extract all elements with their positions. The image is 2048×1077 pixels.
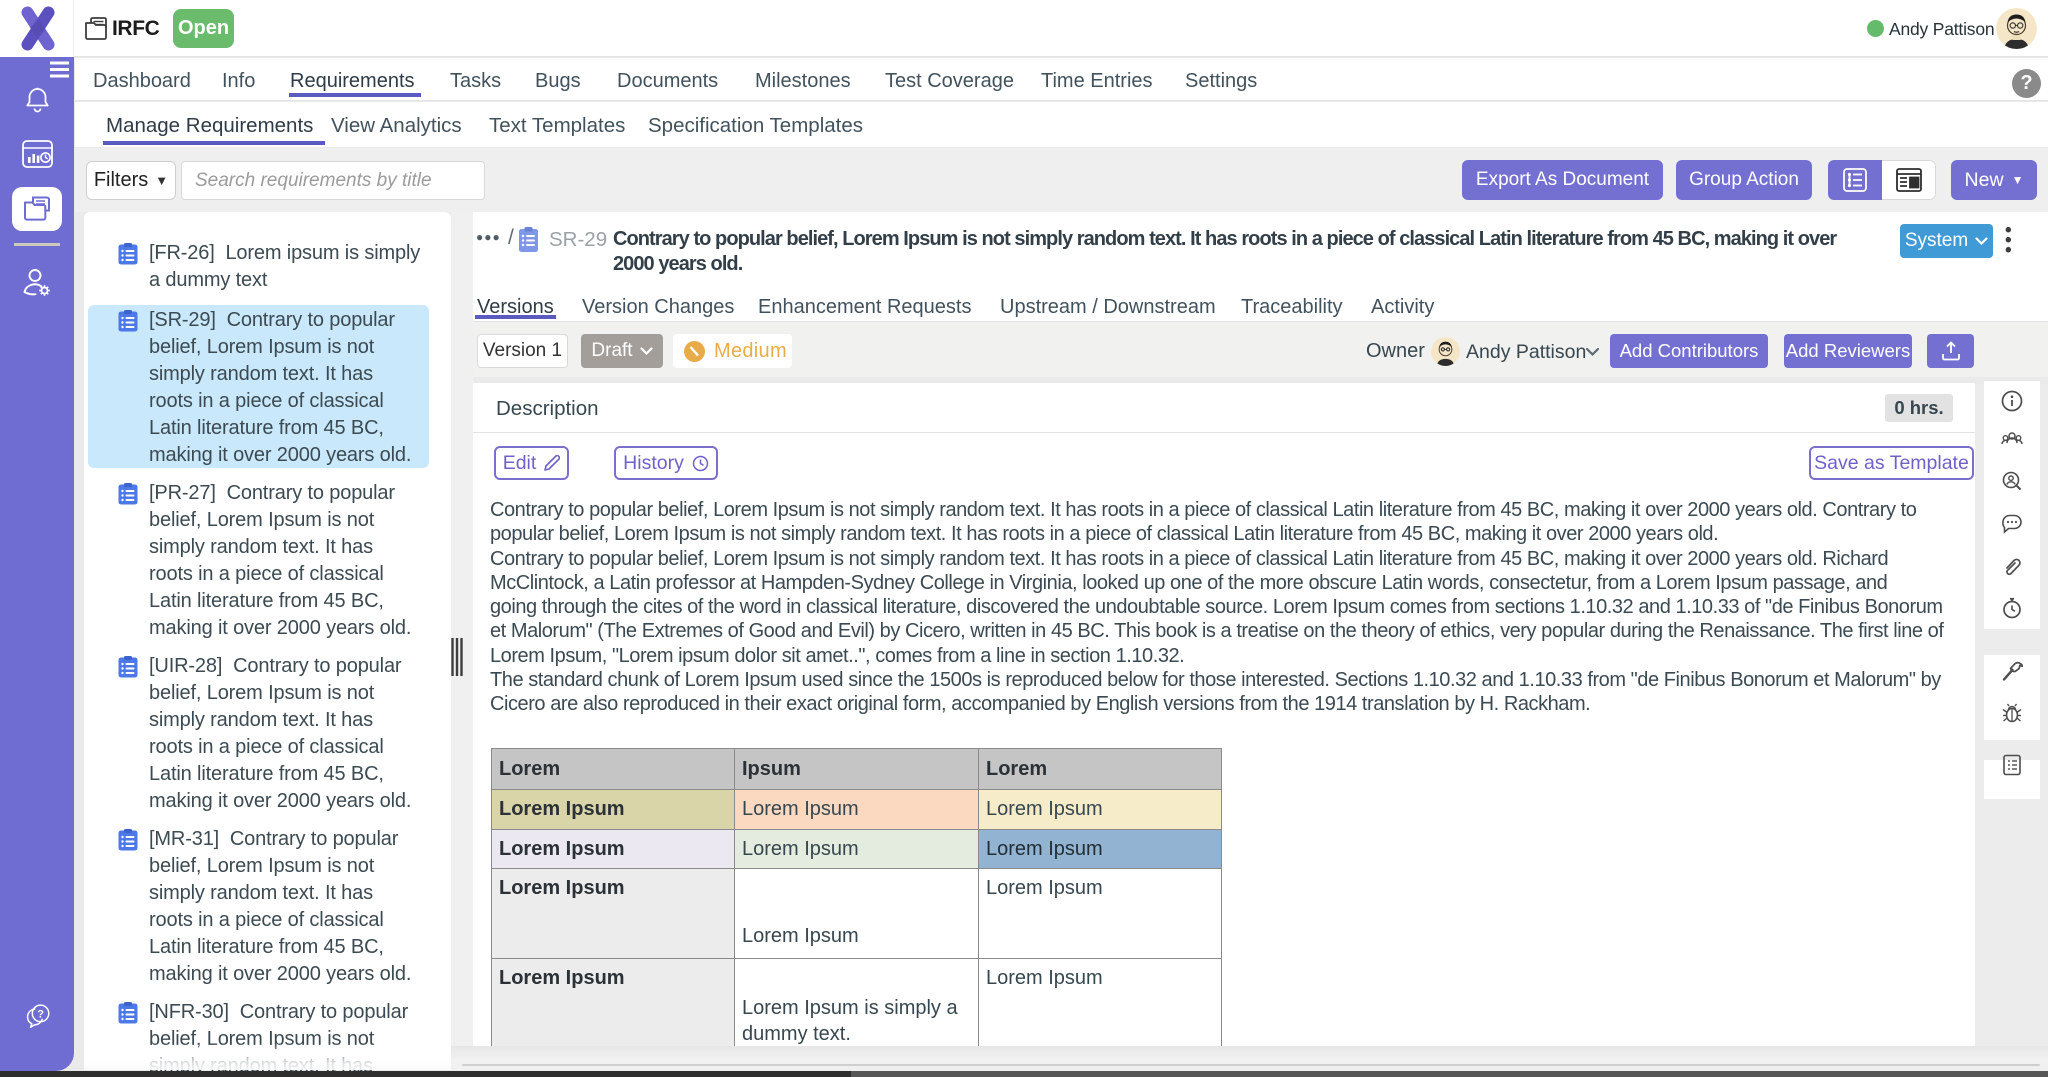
svg-text:?: ?	[37, 1008, 44, 1020]
